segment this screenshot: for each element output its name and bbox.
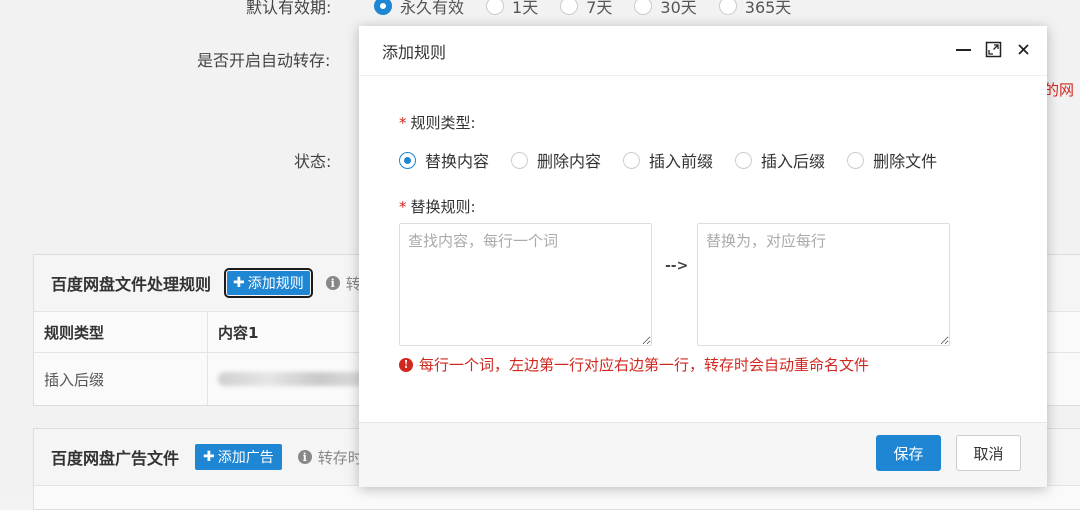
rules-hint: i转 (325, 273, 361, 294)
content-cell-blurred (208, 353, 368, 405)
add-ad-button[interactable]: ✚ 添加广告 (195, 444, 282, 470)
ads-hint: i 转存时 (297, 447, 363, 468)
header-rule-type: 规则类型 (34, 312, 208, 352)
rule-type-radio-group: 替换内容 删除内容 插入前缀 插入后缀 删除文件 (399, 148, 937, 172)
validity-radio-group: 永久有效 1天 7天 30天 365天 (374, 0, 791, 18)
validity-option-365d[interactable]: 365天 (718, 0, 791, 18)
radio-unchecked-icon (847, 151, 865, 169)
radio-unchecked-icon (735, 151, 753, 169)
replace-with-textarea[interactable] (697, 223, 950, 346)
minimize-icon[interactable] (954, 40, 973, 59)
dialog-title: 添加规则 (382, 42, 447, 62)
cancel-button[interactable]: 取消 (956, 435, 1021, 471)
rules-panel-title: 百度网盘文件处理规则 (51, 275, 212, 294)
plus-icon: ✚ (233, 275, 245, 291)
maximize-icon[interactable] (984, 40, 1003, 59)
validity-option-1d[interactable]: 1天 (486, 0, 538, 18)
status-label: 状态: (294, 152, 332, 171)
validity-option-30d[interactable]: 30天 (634, 0, 697, 18)
radio-unchecked-icon (623, 151, 641, 169)
background-warning-text: 的网 (1044, 81, 1075, 99)
header-content1: 内容1 (218, 323, 259, 342)
mapping-arrow: --> (665, 258, 689, 274)
auto-transfer-label: 是否开启自动转存: (197, 51, 331, 70)
validity-option-forever[interactable]: 永久有效 (374, 0, 464, 18)
dialog-header: 添加规则 (359, 26, 1047, 76)
radio-checked-icon (399, 151, 416, 169)
replace-rule-label: * 替换规则: (399, 198, 476, 216)
radio-delete-content[interactable]: 删除内容 (511, 148, 601, 172)
ads-panel-title: 百度网盘广告文件 (51, 449, 180, 468)
rule-type-cell: 插入后缀 (34, 353, 208, 405)
error-icon: ! (399, 357, 413, 372)
validity-option-7d[interactable]: 7天 (560, 0, 612, 18)
info-icon: i (325, 276, 340, 290)
radio-replace-content[interactable]: 替换内容 (399, 148, 489, 172)
dialog-footer: 保存 取消 (359, 422, 1047, 487)
radio-unchecked-icon (511, 151, 529, 169)
find-content-textarea[interactable] (399, 223, 652, 346)
rule-type-label: * 规则类型: (399, 114, 476, 132)
radio-insert-suffix[interactable]: 插入后缀 (735, 148, 825, 172)
window-controls (954, 40, 1033, 59)
close-icon[interactable] (1014, 40, 1033, 59)
add-rule-button[interactable]: ✚ 添加规则 (224, 268, 313, 298)
info-icon: i (297, 450, 312, 464)
validity-label: 默认有效期: (246, 0, 332, 17)
error-message: ! 每行一个词，左边第一行对应右边第一行，转存时会自动重命名文件 (399, 354, 869, 375)
save-button[interactable]: 保存 (876, 435, 941, 471)
radio-delete-file[interactable]: 删除文件 (847, 148, 937, 172)
plus-icon: ✚ (203, 449, 215, 465)
add-rule-dialog: 添加规则 * 规则类型: 替换内容 删除内容 插入前缀 插入后缀 删除文件 * 替换… (359, 26, 1047, 487)
radio-insert-prefix[interactable]: 插入前缀 (623, 148, 713, 172)
